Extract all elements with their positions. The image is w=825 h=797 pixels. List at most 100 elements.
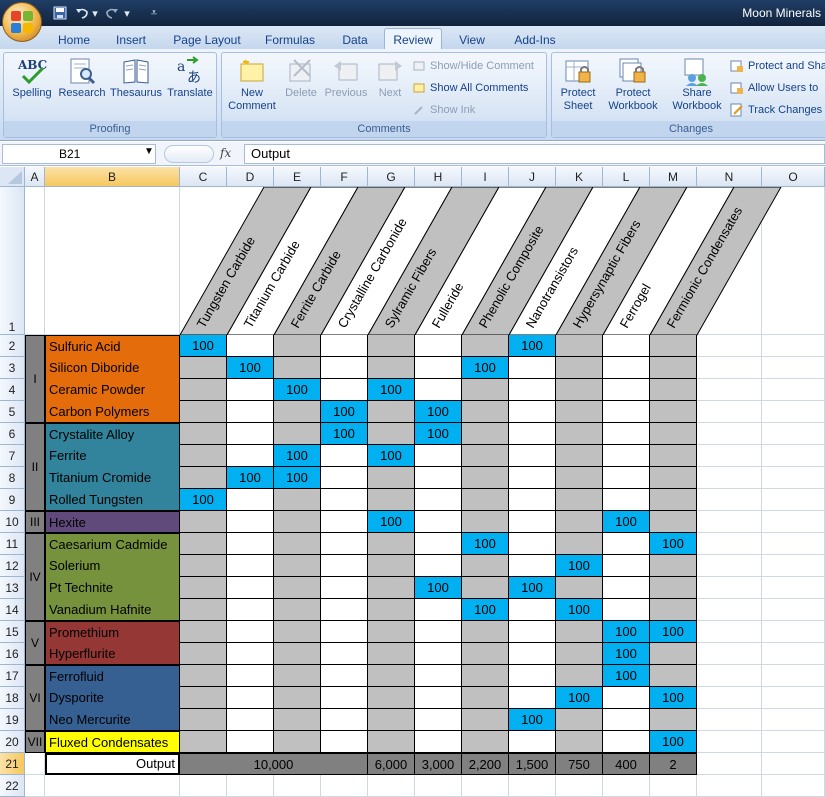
cell-n17[interactable] [697, 665, 762, 687]
matrix-cell[interactable] [227, 599, 274, 621]
matrix-cell[interactable] [556, 401, 603, 423]
column-header-e[interactable]: E [274, 167, 321, 187]
matrix-cell[interactable] [180, 445, 227, 467]
matrix-cell[interactable]: 100 [321, 401, 368, 423]
matrix-cell[interactable] [509, 423, 556, 445]
matrix-cell[interactable] [368, 423, 415, 445]
matrix-cell[interactable] [227, 643, 274, 665]
output-value[interactable]: 400 [603, 753, 650, 775]
matrix-cell[interactable] [274, 687, 321, 709]
matrix-cell[interactable]: 100 [650, 731, 697, 753]
column-header-c[interactable]: C [180, 167, 227, 187]
column-header-o[interactable]: O [762, 167, 825, 187]
matrix-cell[interactable] [321, 665, 368, 687]
matrix-cell[interactable] [556, 577, 603, 599]
matrix-cell[interactable] [556, 533, 603, 555]
mineral-name[interactable]: Pt Technite [45, 577, 180, 599]
matrix-cell[interactable] [509, 555, 556, 577]
matrix-cell[interactable] [368, 665, 415, 687]
matrix-cell[interactable] [274, 555, 321, 577]
matrix-cell[interactable] [603, 731, 650, 753]
show-hide-comment-button[interactable]: Show/Hide Comment [412, 57, 534, 75]
matrix-cell[interactable] [650, 357, 697, 379]
row-header-10[interactable]: 10 [0, 511, 25, 533]
matrix-cell[interactable] [415, 665, 462, 687]
matrix-cell[interactable]: 100 [415, 577, 462, 599]
matrix-cell[interactable] [415, 445, 462, 467]
matrix-cell[interactable] [603, 379, 650, 401]
matrix-cell[interactable] [227, 621, 274, 643]
matrix-cell[interactable] [180, 423, 227, 445]
name-box-dropdown-icon[interactable]: ▼ [144, 146, 154, 157]
row-header-15[interactable]: 15 [0, 621, 25, 643]
cell-o13[interactable] [762, 577, 825, 599]
allow-users-button[interactable]: Allow Users to [730, 79, 818, 97]
mineral-name[interactable]: Hyperflurite [45, 643, 180, 665]
cell-n19[interactable] [697, 709, 762, 731]
tier-label-iv[interactable]: IV [25, 533, 45, 621]
cell-n6[interactable] [697, 423, 762, 445]
matrix-cell[interactable] [227, 445, 274, 467]
matrix-cell[interactable] [509, 489, 556, 511]
cell-n10[interactable] [697, 511, 762, 533]
matrix-cell[interactable] [603, 423, 650, 445]
matrix-cell[interactable] [321, 533, 368, 555]
mineral-name[interactable]: Sulfuric Acid [45, 335, 180, 357]
cell-n3[interactable] [697, 357, 762, 379]
matrix-cell[interactable] [603, 335, 650, 357]
row-header-5[interactable]: 5 [0, 401, 25, 423]
cell-o20[interactable] [762, 731, 825, 753]
matrix-cell[interactable] [274, 665, 321, 687]
output-merged-value[interactable]: 10,000 [180, 753, 368, 775]
output-value[interactable]: 6,000 [368, 753, 415, 775]
matrix-cell[interactable] [180, 467, 227, 489]
mineral-name[interactable]: Promethium [45, 621, 180, 643]
cell-n5[interactable] [697, 401, 762, 423]
matrix-cell[interactable] [321, 511, 368, 533]
protect-sheet-button[interactable]: Protect Sheet [554, 55, 602, 113]
matrix-cell[interactable] [227, 423, 274, 445]
cell-n18[interactable] [697, 687, 762, 709]
cell-n9[interactable] [697, 489, 762, 511]
matrix-cell[interactable] [509, 621, 556, 643]
redo-icon[interactable] [104, 5, 120, 21]
matrix-cell[interactable] [509, 467, 556, 489]
matrix-cell[interactable] [415, 357, 462, 379]
matrix-cell[interactable] [556, 643, 603, 665]
matrix-cell[interactable] [415, 379, 462, 401]
cell-o9[interactable] [762, 489, 825, 511]
cell-m22[interactable] [650, 775, 697, 797]
row-header-7[interactable]: 7 [0, 445, 25, 467]
matrix-cell[interactable] [180, 379, 227, 401]
matrix-cell[interactable] [603, 467, 650, 489]
matrix-cell[interactable] [650, 401, 697, 423]
mineral-name[interactable]: Neo Mercurite [45, 709, 180, 731]
matrix-cell[interactable] [180, 643, 227, 665]
matrix-cell[interactable] [321, 709, 368, 731]
matrix-cell[interactable] [603, 577, 650, 599]
previous-comment-button[interactable]: Previous [322, 55, 370, 100]
cell-n2[interactable] [697, 335, 762, 357]
matrix-cell[interactable] [462, 687, 509, 709]
matrix-cell[interactable] [462, 467, 509, 489]
row-header-16[interactable]: 16 [0, 643, 25, 665]
thesaurus-button[interactable]: Thesaurus [108, 55, 164, 100]
matrix-cell[interactable] [368, 731, 415, 753]
tab-view[interactable]: View [450, 30, 494, 49]
cell-l22[interactable] [603, 775, 650, 797]
matrix-cell[interactable]: 100 [274, 445, 321, 467]
cell-o15[interactable] [762, 621, 825, 643]
cell-o7[interactable] [762, 445, 825, 467]
matrix-cell[interactable] [274, 489, 321, 511]
matrix-cell[interactable] [415, 335, 462, 357]
tier-label-iii[interactable]: III [25, 511, 45, 533]
cell-o14[interactable] [762, 599, 825, 621]
translate-button[interactable]: aあ Translate [164, 55, 216, 100]
matrix-cell[interactable]: 100 [274, 467, 321, 489]
row-header-17[interactable]: 17 [0, 665, 25, 687]
tab-insert[interactable]: Insert [106, 30, 156, 49]
mineral-name[interactable]: Rolled Tungsten [45, 489, 180, 511]
protect-workbook-button[interactable]: Protect Workbook [602, 55, 664, 113]
cell-o11[interactable] [762, 533, 825, 555]
column-header-a[interactable]: A [25, 167, 45, 187]
